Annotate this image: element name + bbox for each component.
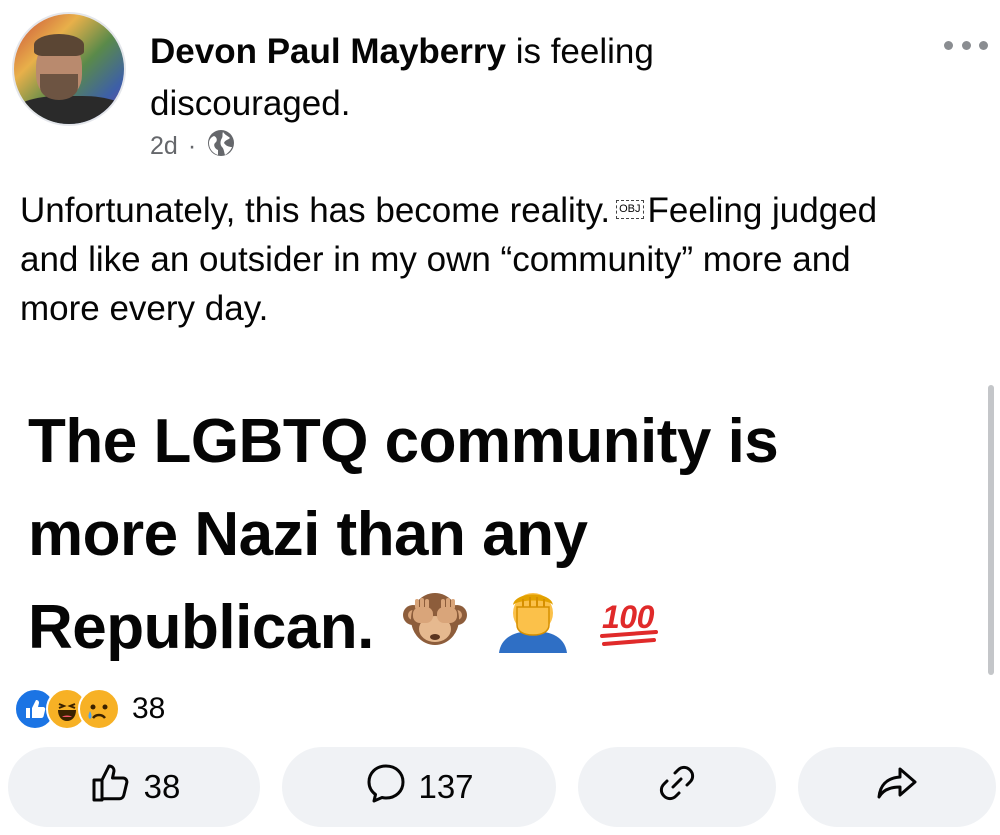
- post-body: Unfortunately, this has become reality. O…: [20, 186, 920, 333]
- like-count: 38: [143, 768, 181, 805]
- shared-line-3: Republican.: [28, 593, 374, 662]
- feeling-text: discouraged.: [150, 84, 351, 123]
- shared-line-1: The LGBTQ community is: [28, 407, 779, 476]
- reactions-summary[interactable]: 38: [14, 688, 165, 730]
- more-icon[interactable]: [944, 30, 988, 60]
- hundred-points-emoji: 100: [598, 585, 662, 678]
- share-button[interactable]: [798, 747, 996, 827]
- comment-button[interactable]: 137: [282, 747, 556, 827]
- link-icon: [656, 762, 698, 812]
- scrollbar[interactable]: [988, 385, 994, 675]
- comment-icon: [364, 761, 408, 813]
- see-no-evil-monkey-emoji: [401, 585, 469, 679]
- post-body-before: Unfortunately, this has become reality.: [20, 191, 611, 230]
- post-header: Devon Paul Mayberry is feeling discourag…: [150, 26, 710, 130]
- post-time[interactable]: 2d: [150, 132, 178, 161]
- share-icon: [875, 761, 919, 813]
- reactions-count: 38: [132, 692, 166, 725]
- copy-link-button[interactable]: [578, 747, 776, 827]
- sad-reaction-icon: [78, 688, 120, 730]
- svg-text:100: 100: [602, 599, 655, 635]
- like-button[interactable]: 38: [8, 747, 260, 827]
- comment-count: 137: [418, 768, 474, 805]
- meta-separator: ·: [187, 132, 197, 160]
- shared-line-3-row: Republican. 100: [28, 581, 908, 679]
- thumbs-up-icon: [88, 760, 134, 814]
- face-palm-emoji: [495, 585, 571, 679]
- post-meta: 2d ·: [150, 128, 236, 165]
- shared-text-image[interactable]: The LGBTQ community is more Nazi than an…: [28, 395, 908, 679]
- activity-text: is feeling: [515, 32, 654, 71]
- object-replacement-marker: OBJ: [616, 200, 644, 220]
- author-name[interactable]: Devon Paul Mayberry: [150, 32, 506, 71]
- shared-line-2: more Nazi than any: [28, 500, 588, 569]
- globe-icon: [206, 128, 236, 165]
- author-avatar[interactable]: [12, 12, 126, 126]
